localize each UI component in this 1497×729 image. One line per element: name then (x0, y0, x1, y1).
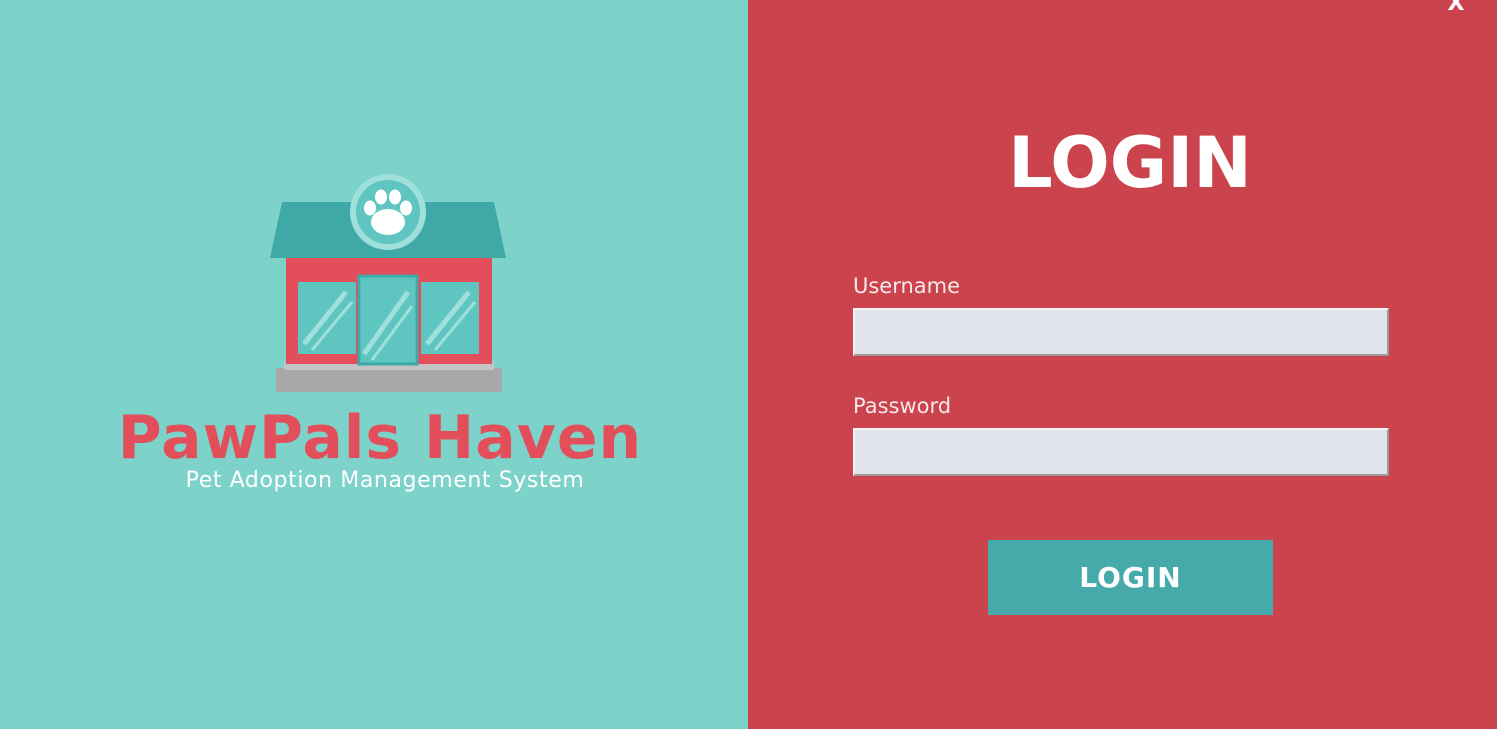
close-button[interactable]: X (1440, 0, 1472, 22)
login-panel (748, 0, 1497, 729)
username-label: Username (853, 274, 961, 298)
password-field[interactable] (853, 428, 1389, 476)
app-tagline: Pet Adoption Management System (185, 468, 585, 493)
login-window: PawPals Haven Pet Adoption Management Sy… (0, 0, 1497, 729)
branding-panel: PawPals Haven Pet Adoption Management Sy… (0, 0, 748, 729)
login-button[interactable]: LOGIN (988, 540, 1273, 615)
pet-store-icon (270, 174, 506, 392)
password-label: Password (853, 394, 952, 418)
login-heading: LOGIN (1008, 122, 1252, 204)
username-field[interactable] (853, 308, 1389, 356)
